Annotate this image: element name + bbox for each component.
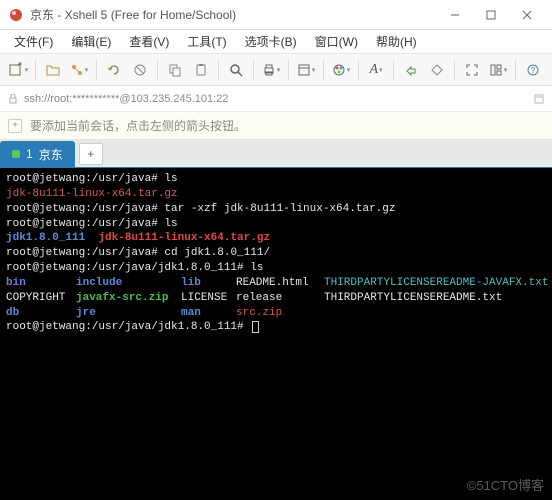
disconnect-button[interactable] — [128, 58, 152, 82]
tip-text: 要添加当前会话，点击左侧的箭头按钮。 — [30, 117, 246, 134]
terminal-line: root@jetwang:/usr/java# ls — [6, 218, 178, 230]
transfer-button[interactable] — [399, 58, 423, 82]
terminal-prompt: root@jetwang:/usr/java/jdk1.8.0_111# — [6, 321, 250, 333]
tab-label: 京东 — [39, 146, 63, 163]
tab-add-button[interactable]: + — [79, 143, 103, 165]
separator — [454, 60, 455, 80]
address-text[interactable]: ssh://root:***********@103.235.245.101:2… — [24, 93, 228, 105]
terminal-ls-row: COPYRIGHTjavafx-src.zipLICENSEreleaseTHI… — [6, 292, 502, 304]
menu-tabs[interactable]: 选项卡(B) — [237, 31, 305, 52]
addressbar-dropdown-icon[interactable] — [534, 94, 544, 104]
layout-button[interactable]: ▾ — [486, 58, 510, 82]
tipbar: + 要添加当前会话，点击左侧的箭头按钮。 — [0, 112, 552, 140]
minimize-button[interactable] — [438, 3, 472, 27]
fullscreen-button[interactable] — [460, 58, 484, 82]
menubar: 文件(F) 编辑(E) 查看(V) 工具(T) 选项卡(B) 窗口(W) 帮助(… — [0, 30, 552, 54]
paste-button[interactable] — [189, 58, 213, 82]
separator — [253, 60, 254, 80]
svg-text:?: ? — [531, 66, 536, 75]
terminal-line: jdk-8u111-linux-x64.tar.gz — [6, 188, 178, 200]
reconnect-button[interactable] — [102, 58, 126, 82]
terminal[interactable]: root@jetwang:/usr/java# ls jdk-8u111-lin… — [0, 168, 552, 500]
tab-index: 1 — [26, 147, 33, 161]
separator — [218, 60, 219, 80]
menu-edit[interactable]: 编辑(E) — [63, 31, 119, 52]
terminal-line: root@jetwang:/usr/java# cd jdk1.8.0_111/ — [6, 247, 270, 259]
script-button[interactable] — [425, 58, 449, 82]
terminal-line: root@jetwang:/usr/java# ls — [6, 173, 178, 185]
help-button[interactable]: ? — [521, 58, 545, 82]
app-icon — [8, 7, 24, 23]
terminal-line: root@jetwang:/usr/java# tar -xzf jdk-8u1… — [6, 203, 395, 215]
maximize-button[interactable] — [474, 3, 508, 27]
tab-status-icon — [12, 150, 20, 158]
lock-icon — [8, 94, 18, 104]
separator — [288, 60, 289, 80]
terminal-ls-row: dbjremansrc.zip — [6, 307, 324, 319]
separator — [515, 60, 516, 80]
new-session-button[interactable]: ▾ — [6, 58, 30, 82]
toolbar: ▾ ▾ ▾ ▾ ▾ A▾ ▾ ? — [0, 54, 552, 86]
terminal-cursor — [252, 321, 259, 333]
font-button[interactable]: A▾ — [364, 58, 388, 82]
print-button[interactable]: ▾ — [259, 58, 283, 82]
terminal-line: root@jetwang:/usr/java/jdk1.8.0_111# ls — [6, 262, 263, 274]
color-button[interactable]: ▾ — [329, 58, 353, 82]
separator — [358, 60, 359, 80]
properties-button[interactable]: ▾ — [294, 58, 318, 82]
open-button[interactable] — [41, 58, 65, 82]
addressbar: ssh://root:***********@103.235.245.101:2… — [0, 86, 552, 112]
terminal-ls-row: binincludelibREADME.htmlTHIRDPARTYLICENS… — [6, 277, 548, 289]
tip-add-button[interactable]: + — [8, 119, 22, 133]
copy-button[interactable] — [163, 58, 187, 82]
menu-help[interactable]: 帮助(H) — [368, 31, 425, 52]
window-controls — [438, 3, 544, 27]
tabbar: 1 京东 + — [0, 140, 552, 168]
find-button[interactable] — [224, 58, 248, 82]
menu-window[interactable]: 窗口(W) — [307, 31, 366, 52]
close-button[interactable] — [510, 3, 544, 27]
menu-tools[interactable]: 工具(T) — [179, 31, 234, 52]
terminal-line: jdk1.8.0_111 jdk-8u111-linux-x64.tar.gz — [6, 232, 270, 244]
tab-session-1[interactable]: 1 京东 — [0, 141, 75, 167]
titlebar: 京东 - Xshell 5 (Free for Home/School) — [0, 0, 552, 30]
separator — [96, 60, 97, 80]
menu-view[interactable]: 查看(V) — [121, 31, 177, 52]
separator — [35, 60, 36, 80]
titlebar-title: 京东 - Xshell 5 (Free for Home/School) — [30, 6, 438, 23]
menu-file[interactable]: 文件(F) — [6, 31, 61, 52]
separator — [157, 60, 158, 80]
watermark: ©51CTO博客 — [467, 475, 544, 494]
connect-button[interactable]: ▾ — [67, 58, 91, 82]
separator — [393, 60, 394, 80]
separator — [323, 60, 324, 80]
